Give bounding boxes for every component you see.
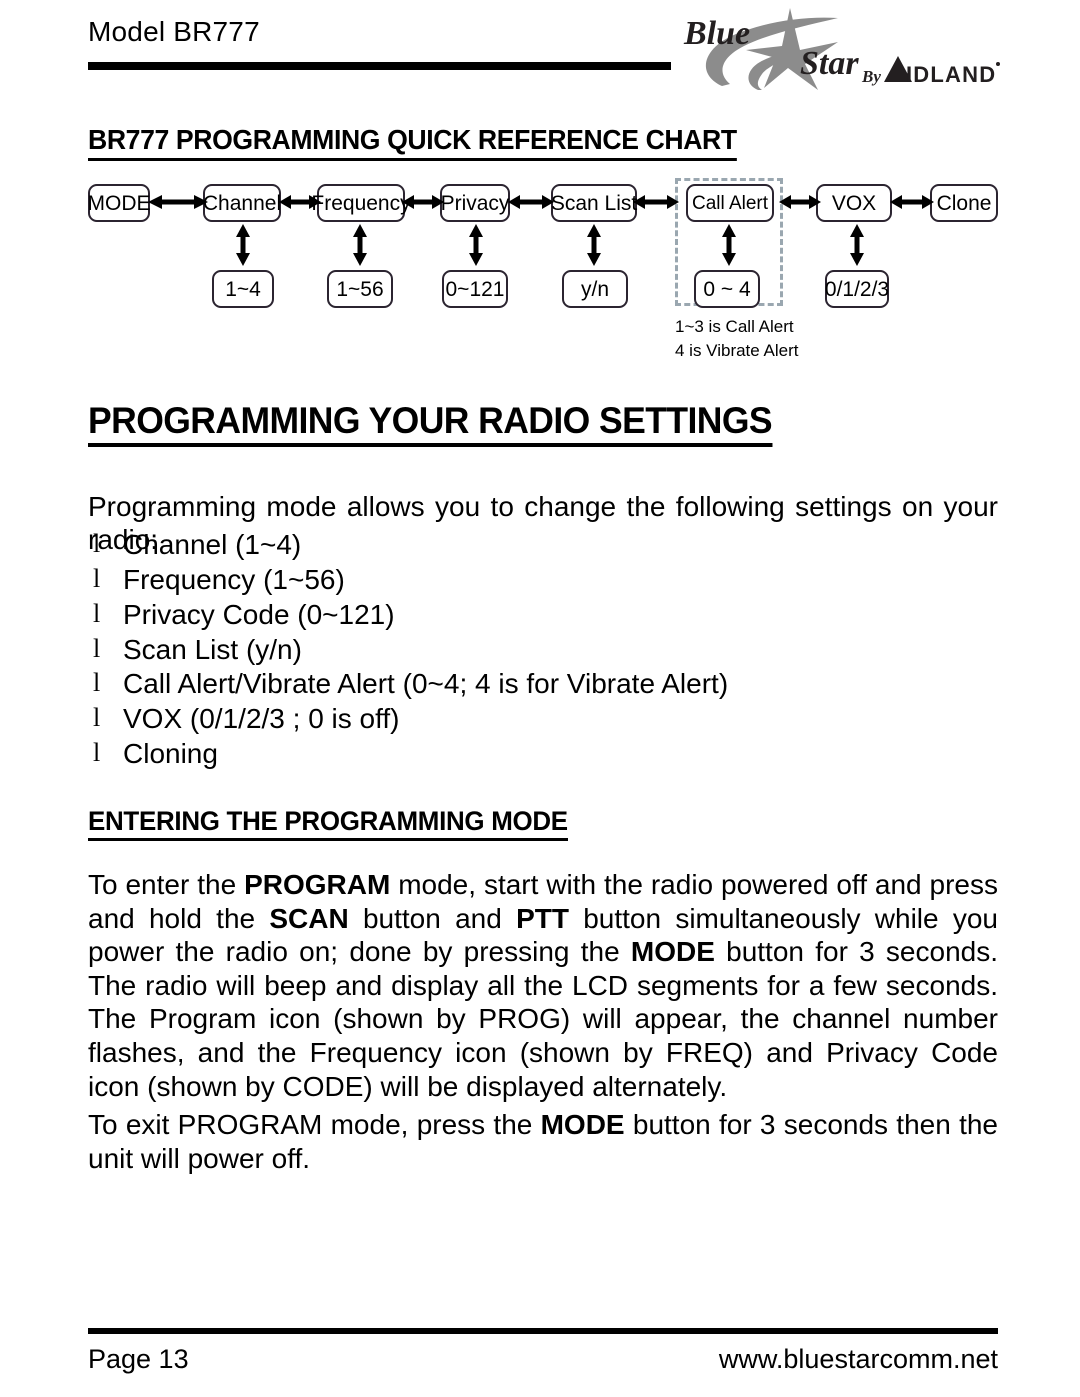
logo-word-star: Star (800, 45, 859, 82)
para-enter-b3: PTT (516, 902, 569, 934)
list-item: l VOX (0/1/2/3 ; 0 is off) (88, 702, 1018, 737)
flow-box-channel[interactable]: Channel (203, 184, 281, 222)
list-item: l Cloning (88, 737, 1018, 772)
arrow-frequency-privacy (402, 195, 444, 209)
arrow-callalert-range (722, 224, 736, 266)
para-enter-b4: MODE (630, 936, 715, 968)
flow-box-vox-label: VOX (831, 191, 877, 215)
range-box-scanlist[interactable]: y/n (562, 270, 628, 308)
para-enter-b1: PROGRAM (244, 869, 391, 900)
flow-box-channel-label: Channel (202, 191, 282, 215)
settings-list: l Channel (1~4) l Frequency (1~56) l Pri… (88, 528, 1018, 772)
flow-box-mode-label: MODE (87, 191, 151, 215)
list-item: l Channel (1~4) (88, 528, 1018, 563)
list-item: l Scan List (y/n) (88, 633, 1018, 668)
range-box-privacy-label: 0~121 (445, 277, 505, 301)
page-header: Model BR777 Blue Star By IDLAND (0, 0, 1080, 100)
list-item-label: Channel (1~4) (123, 529, 302, 560)
para-exit-s1: To exit PROGRAM mode, press the (88, 1109, 541, 1140)
arrow-frequency-range (353, 224, 367, 266)
model-label: Model BR777 (88, 16, 260, 47)
para-enter-s1: To enter the (88, 869, 245, 900)
flow-box-frequency[interactable]: Frequency (311, 184, 411, 222)
flow-box-scan-list[interactable]: Scan List (551, 184, 637, 222)
flow-box-clone[interactable]: Clone (930, 184, 998, 222)
list-item: l Privacy Code (0~121) (88, 598, 1018, 633)
list-item-label: Scan List (y/n) (123, 633, 302, 665)
logo-word-by: By (861, 67, 881, 86)
arrow-channel-range (236, 224, 250, 266)
section-heading: ENTERING THE PROGRAMMING MODE (88, 806, 568, 841)
range-box-scanlist-label: y/n (580, 277, 609, 301)
arrow-scanlist-callalert (633, 195, 679, 209)
flow-box-call-alert[interactable]: Call Alert (686, 184, 774, 222)
page-number: Page 13 (88, 1344, 189, 1374)
range-box-vox-label: 0/1/2/3 (824, 277, 890, 301)
quick-reference-chart-title: BR777 PROGRAMMING QUICK REFERENCE CHART (88, 124, 737, 161)
header-divider (88, 62, 671, 70)
flow-box-privacy-label: Privacy (440, 191, 510, 215)
arrow-vox-range (850, 224, 864, 266)
bullet-icon: l (93, 529, 101, 558)
bluestar-midland-logo: Blue Star By IDLAND (672, 2, 1004, 94)
range-box-privacy[interactable]: 0~121 (442, 270, 508, 308)
para-exit-b1: MODE (540, 1109, 625, 1140)
range-box-frequency[interactable]: 1~56 (327, 270, 393, 308)
arrow-privacy-range (469, 224, 483, 266)
flow-box-mode[interactable]: MODE (87, 184, 151, 222)
range-box-callalert-label: 0 ~ 4 (703, 277, 751, 301)
programming-flowchart: MODE Channel Frequency Privacy Scan List… (0, 170, 1080, 370)
arrow-callalert-vox (779, 195, 821, 209)
flow-box-call-alert-label: Call Alert (691, 192, 769, 214)
list-item: l Call Alert/Vibrate Alert (0~4; 4 is fo… (88, 667, 1018, 702)
list-item-label: Call Alert/Vibrate Alert (0~4; 4 is for … (123, 668, 729, 700)
bullet-icon: l (93, 563, 101, 593)
exiting-program-mode-paragraph: To exit PROGRAM mode, press the MODE but… (88, 1108, 998, 1175)
footer-divider (88, 1328, 998, 1334)
logo-word-blue: Blue (683, 15, 750, 52)
bullet-icon: l (93, 738, 101, 768)
flow-box-clone-label: Clone (936, 191, 992, 215)
list-item-label: Privacy Code (0~121) (123, 598, 395, 630)
entering-program-mode-paragraph: To enter the PROGRAM mode, start with th… (88, 868, 998, 1103)
list-item-label: VOX (0/1/2/3 ; 0 is off) (123, 703, 400, 735)
call-alert-note-line-1: 1~3 is Call Alert (675, 317, 794, 336)
call-alert-note-line-2: 4 is Vibrate Alert (675, 341, 799, 360)
bullet-icon: l (93, 703, 101, 733)
arrow-scanlist-range (587, 224, 601, 266)
list-item: l Frequency (1~56) (88, 563, 1018, 598)
flow-box-vox[interactable]: VOX (816, 184, 892, 222)
range-box-channel[interactable]: 1~4 (212, 270, 274, 308)
flow-box-scan-list-label: Scan List (550, 191, 638, 215)
bullet-icon: l (93, 633, 101, 663)
range-box-vox[interactable]: 0/1/2/3 (825, 270, 889, 308)
arrow-vox-clone (890, 195, 934, 209)
logo-artwork: Blue Star By IDLAND (683, 8, 1000, 90)
flow-box-frequency-label: Frequency (311, 191, 411, 215)
arrow-mode-channel (148, 195, 208, 209)
range-box-channel-label: 1~4 (225, 277, 261, 301)
para-enter-b2: SCAN (269, 902, 349, 934)
para-enter-s3: button and (348, 902, 517, 934)
flow-box-privacy[interactable]: Privacy (440, 184, 510, 222)
footer-website-url: www.bluestarcomm.net (718, 1344, 998, 1374)
page-title: PROGRAMMING YOUR RADIO SETTINGS (88, 400, 773, 447)
logo-registered-dot (996, 62, 1000, 66)
range-box-callalert[interactable]: 0 ~ 4 (694, 270, 760, 308)
arrow-channel-frequency (279, 195, 321, 209)
bullet-icon: l (93, 598, 101, 628)
arrow-privacy-scanlist (508, 195, 554, 209)
logo-word-midland: IDLAND (906, 62, 996, 87)
list-item-label: Frequency (1~56) (123, 563, 345, 595)
range-box-frequency-label: 1~56 (336, 277, 384, 301)
list-item-label: Cloning (123, 738, 218, 770)
bullet-icon: l (93, 668, 101, 698)
